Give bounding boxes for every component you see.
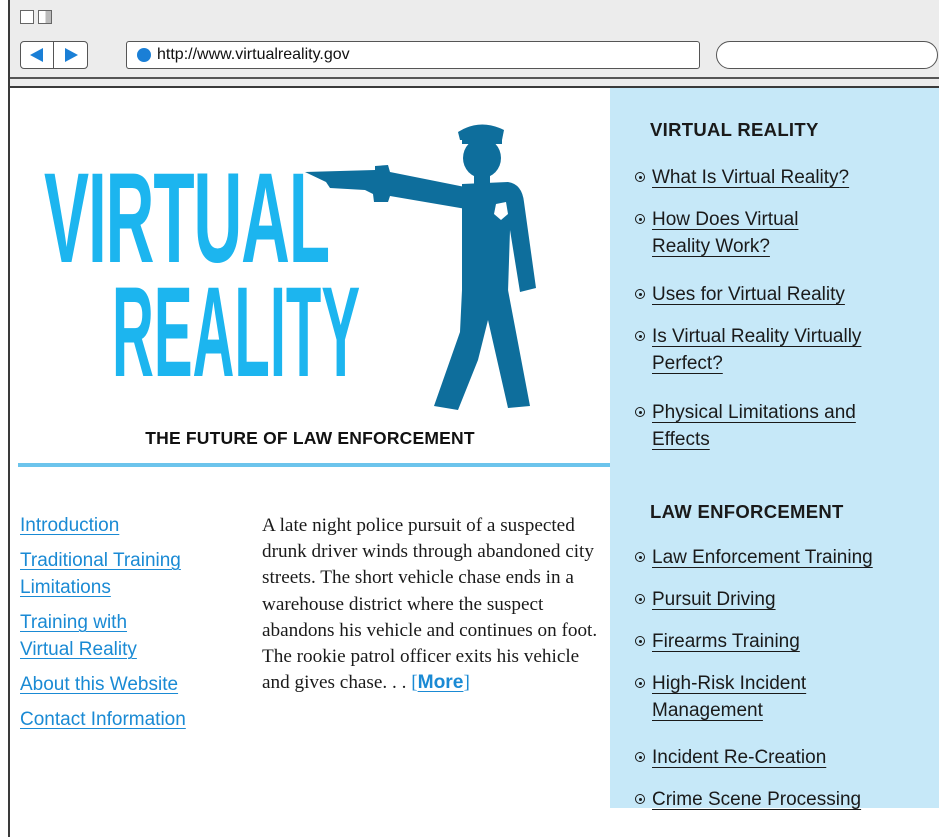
- sidebar-item-vr-perfect: Is Virtual Reality Virtually Perfect?: [634, 323, 934, 377]
- sidebar-item-firearms: Firearms Training: [634, 628, 800, 655]
- story-teaser: A late night police pursuit of a suspect…: [262, 513, 607, 696]
- sidebar-item-physical-limitations: Physical Limitations and Effects: [634, 399, 874, 453]
- window-close-icon[interactable]: [20, 10, 34, 24]
- sidebar-link[interactable]: Pursuit Driving: [652, 586, 776, 613]
- nav-link-about[interactable]: About this Website: [20, 671, 245, 698]
- left-nav: Introduction Traditional Training Limita…: [20, 512, 245, 741]
- sidebar-link[interactable]: Uses for Virtual Reality: [652, 281, 845, 308]
- bullet-icon: [634, 586, 652, 613]
- sidebar-item-what-is-vr: What Is Virtual Reality?: [634, 164, 849, 191]
- bullet-icon: [634, 670, 652, 724]
- forward-arrow-icon: [65, 48, 78, 62]
- sidebar-item-uses-vr: Uses for Virtual Reality: [634, 281, 845, 308]
- toolbar-divider: [10, 77, 939, 79]
- sidebar-link[interactable]: Firearms Training: [652, 628, 800, 655]
- story-text: A late night police pursuit of a suspect…: [262, 515, 598, 694]
- address-bar[interactable]: http://www.virtualreality.gov: [126, 41, 700, 69]
- globe-icon: [137, 48, 151, 62]
- sidebar-heading-law-enforcement: LAW ENFORCEMENT: [650, 501, 844, 522]
- bullet-icon: [634, 164, 652, 191]
- sidebar-link[interactable]: Crime Scene Processing: [652, 786, 861, 813]
- bullet-icon: [634, 628, 652, 655]
- bullet-icon: [634, 206, 652, 260]
- bullet-icon: [634, 744, 652, 771]
- nav-link-contact[interactable]: Contact Information: [20, 706, 245, 733]
- bracket-close: ]: [463, 672, 470, 694]
- nav-link-traditional-training[interactable]: Traditional Training Limitations: [20, 547, 225, 601]
- sidebar-link[interactable]: What Is Virtual Reality?: [652, 164, 849, 191]
- sidebar-item-incident-recreation: Incident Re-Creation: [634, 744, 826, 771]
- sidebar-link[interactable]: Law Enforcement Training: [652, 544, 873, 571]
- browser-chrome: http://www.virtualreality.gov: [8, 0, 939, 88]
- tagline: THE FUTURE OF LAW ENFORCEMENT: [145, 428, 475, 448]
- nav-link-introduction[interactable]: Introduction: [20, 512, 245, 539]
- logo-word-reality: REALITY: [112, 261, 360, 404]
- sidebar-item-high-risk: High-Risk Incident Management: [634, 670, 854, 724]
- sidebar-link[interactable]: High-Risk Incident Management: [652, 670, 854, 724]
- sidebar-heading-virtual-reality: VIRTUAL REALITY: [650, 119, 819, 140]
- sidebar-link[interactable]: Is Virtual Reality Virtually Perfect?: [652, 323, 934, 377]
- bullet-icon: [634, 399, 652, 453]
- bullet-icon: [634, 323, 652, 377]
- sidebar-item-pursuit-driving: Pursuit Driving: [634, 586, 776, 613]
- bullet-icon: [634, 544, 652, 571]
- sidebar-item-crime-scene: Crime Scene Processing: [634, 786, 861, 813]
- nav-buttons: [20, 41, 88, 69]
- more-link[interactable]: More: [418, 672, 464, 693]
- back-arrow-icon: [30, 48, 43, 62]
- sidebar-link[interactable]: Physical Limitations and Effects: [652, 399, 874, 453]
- bullet-icon: [634, 281, 652, 308]
- hero: VIRTUAL REALITY THE FUTURE OF LAW ENFORC…: [10, 88, 610, 458]
- sidebar-item-how-vr-works: How Does Virtual Reality Work?: [634, 206, 854, 260]
- search-field[interactable]: [716, 41, 938, 69]
- back-button[interactable]: [21, 42, 54, 68]
- sidebar: VIRTUAL REALITY What Is Virtual Reality?…: [610, 88, 939, 810]
- url-text: http://www.virtualreality.gov: [157, 46, 350, 63]
- section-divider: [18, 463, 610, 467]
- bullet-icon: [634, 786, 652, 813]
- sidebar-link[interactable]: How Does Virtual Reality Work?: [652, 206, 854, 260]
- sidebar-item-le-training: Law Enforcement Training: [634, 544, 873, 571]
- nav-link-training-vr[interactable]: Training with Virtual Reality: [20, 609, 170, 663]
- window-maximize-icon[interactable]: [38, 10, 52, 24]
- sidebar-link[interactable]: Incident Re-Creation: [652, 744, 826, 771]
- forward-button[interactable]: [54, 42, 87, 68]
- virtual-reality-logo: VIRTUAL REALITY: [44, 124, 536, 410]
